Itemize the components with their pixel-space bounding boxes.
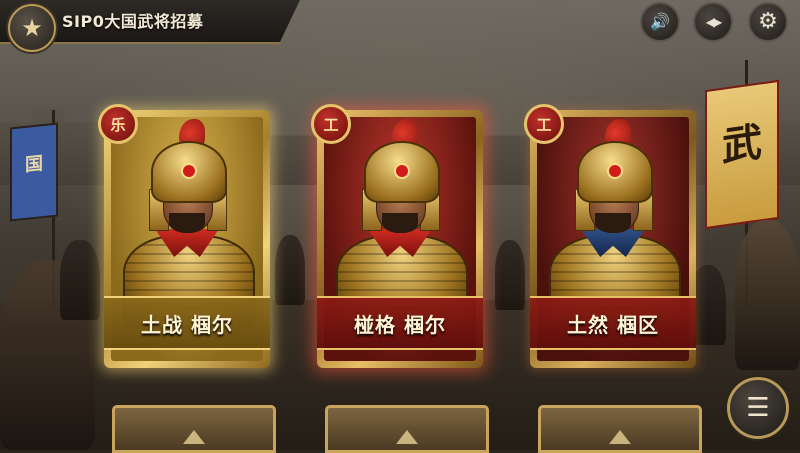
rank-badge: 工 [311, 104, 351, 144]
helmet-gem [394, 163, 410, 179]
left-right-arrows-icon: ◀▶ [705, 15, 723, 29]
lower-card-slot-2[interactable] [325, 405, 489, 453]
warrior-portrait [543, 117, 683, 329]
beard [169, 213, 205, 233]
rank-badge: 乐 [98, 104, 138, 144]
lower-card-slot-3[interactable] [538, 405, 702, 453]
card-nameplate: 椪格 椢尔 [317, 296, 483, 350]
card-nameplate: 土然 椢区 [530, 296, 696, 350]
left-war-banner: 国 [10, 122, 58, 222]
beard [382, 213, 418, 233]
general-card-1[interactable]: 乐 土战 椢尔 [98, 104, 270, 368]
sound-button[interactable]: 🔊 [640, 2, 680, 42]
lower-card-slot-1[interactable] [112, 405, 276, 453]
star-icon: ★ [21, 14, 43, 42]
soldier-silhouette [275, 235, 305, 305]
right-war-banner: 武 [705, 79, 779, 230]
warrior-portrait [117, 117, 257, 329]
right-banner-glyph: 武 [722, 118, 762, 171]
general-card-3[interactable]: 工 土然 椢区 [524, 104, 696, 368]
rank-badge: 工 [524, 104, 564, 144]
speaker-icon: 🔊 [650, 12, 670, 31]
general-card-2[interactable]: 工 椪格 椢尔 [311, 104, 483, 368]
general-name: 土战 椢尔 [141, 312, 233, 337]
general-name: 椪格 椢尔 [354, 312, 446, 337]
hamburger-menu-icon: ☰ [746, 393, 770, 423]
beard [595, 213, 631, 233]
helmet-gem [181, 163, 197, 179]
profile-star-button[interactable]: ★ [8, 4, 56, 52]
soldier-silhouette [60, 240, 100, 320]
warrior-portrait [330, 117, 470, 329]
helmet-gem [607, 163, 623, 179]
left-banner-glyph: 国 [25, 153, 43, 176]
menu-button[interactable]: ☰ [727, 377, 789, 439]
soldier-silhouette [735, 220, 800, 370]
soldier-silhouette [495, 240, 525, 310]
gear-icon: ⚙ [758, 9, 778, 34]
page-title: SIP0大国武将招募 [62, 12, 204, 31]
general-name: 土然 椢区 [567, 312, 659, 337]
navigation-button[interactable]: ◀▶ [693, 2, 733, 42]
settings-button[interactable]: ⚙ [748, 2, 788, 42]
card-nameplate: 土战 椢尔 [104, 296, 270, 350]
